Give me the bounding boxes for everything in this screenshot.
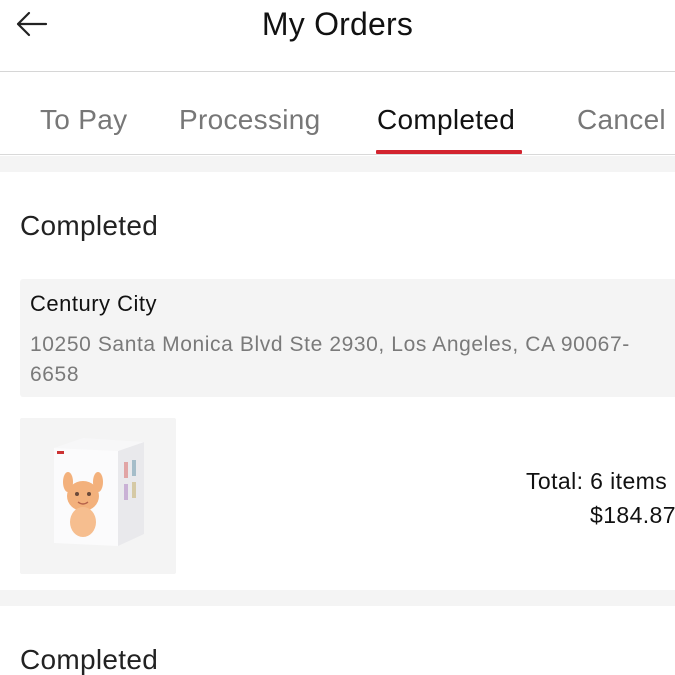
store-name: Century City [30, 291, 158, 316]
store-info: Century City 10250 Santa Monica Blvd Ste… [20, 279, 675, 397]
tab-to-pay[interactable]: To Pay [40, 104, 127, 136]
active-tab-indicator [376, 150, 522, 154]
tab-processing[interactable]: Processing [179, 104, 321, 136]
order-status-tabs: To Pay Processing Completed Cancel [0, 73, 675, 155]
product-box-image [54, 438, 144, 546]
store-address: 10250 Santa Monica Blvd Ste 2930, Los An… [30, 333, 630, 386]
order-total-amount: $184.87 [590, 502, 675, 528]
page-title: My Orders [261, 6, 414, 42]
tab-completed[interactable]: Completed [377, 104, 515, 136]
tab-cancel[interactable]: Cancel [577, 104, 666, 136]
app-header: My Orders [0, 0, 675, 72]
section-divider [0, 590, 675, 606]
order-card[interactable]: Completed [0, 606, 675, 675]
order-status: Completed [20, 644, 159, 675]
order-total-items: Total: 6 items [526, 468, 668, 494]
product-thumbnail[interactable] [20, 418, 176, 574]
order-card[interactable]: Completed Century City 10250 Santa Monic… [0, 172, 675, 590]
section-divider [0, 156, 675, 172]
order-status: Completed [20, 210, 159, 241]
